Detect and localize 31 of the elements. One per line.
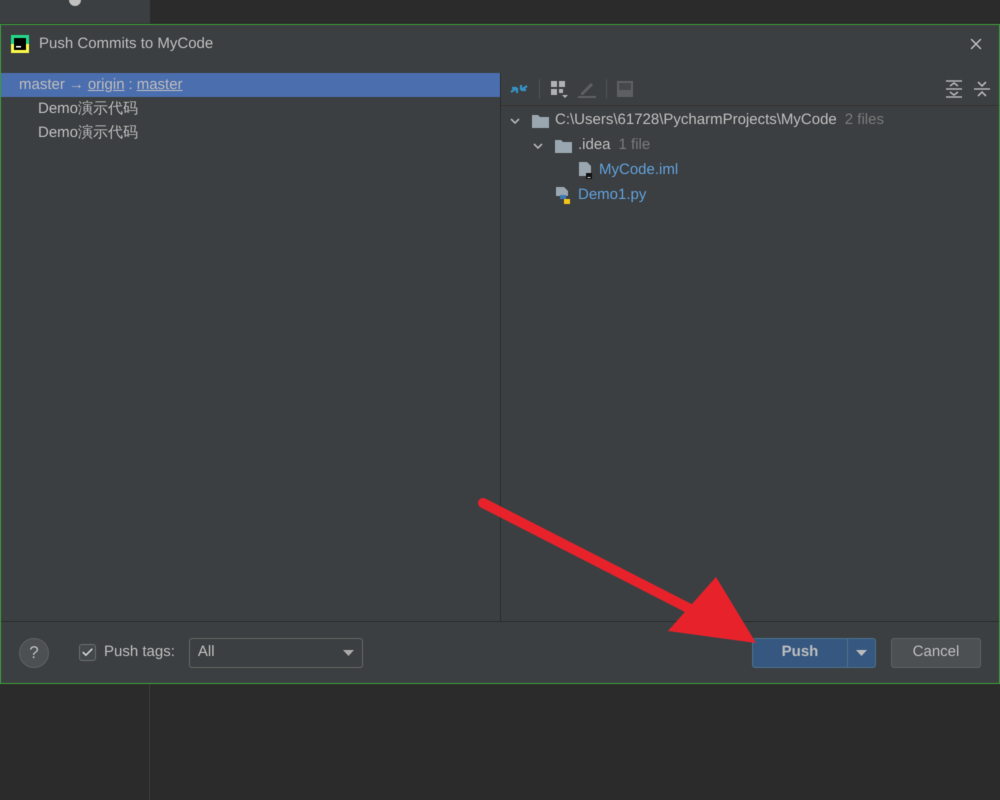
file-name[interactable]: Demo1.py <box>578 184 646 207</box>
cancel-button[interactable]: Cancel <box>891 638 981 668</box>
file-name[interactable]: C:\Users\61728\PycharmProjects\MyCode <box>555 109 837 132</box>
branch-row[interactable]: master → origin : master <box>1 73 500 97</box>
remote-link[interactable]: origin <box>88 74 125 96</box>
python-file-icon <box>555 186 572 204</box>
commit-message[interactable]: Demo演示代码 <box>38 122 138 144</box>
help-button[interactable]: ? <box>19 638 49 668</box>
separator-glyph: : <box>128 74 133 95</box>
tags-dropdown[interactable]: All <box>188 638 363 668</box>
file-name[interactable]: MyCode.iml <box>599 159 678 182</box>
app-logo-icon <box>11 35 29 53</box>
file-icon <box>578 162 593 180</box>
file-count: 2 files <box>844 110 884 130</box>
commit-message[interactable]: Demo演示代码 <box>38 98 138 120</box>
group-icon[interactable] <box>550 80 568 98</box>
folder-icon <box>532 114 549 128</box>
push-tags-checkbox[interactable] <box>79 644 96 661</box>
collapse-all-icon[interactable] <box>973 80 991 98</box>
file-count: 1 file <box>618 135 650 156</box>
branch-name: master <box>19 74 65 95</box>
folder-icon <box>555 138 572 152</box>
dropdown-caret-icon <box>856 650 867 656</box>
expand-all-icon[interactable] <box>945 80 963 98</box>
checkmark-icon <box>81 646 94 659</box>
file-name[interactable]: .idea <box>578 134 611 157</box>
target-branch-link[interactable]: master <box>136 74 183 96</box>
arrow-glyph: → <box>68 74 84 95</box>
window-title: Push Commits to MyCode <box>39 34 214 54</box>
push-tags-label: Push tags: <box>104 642 175 662</box>
dropdown-caret-icon <box>342 650 354 656</box>
